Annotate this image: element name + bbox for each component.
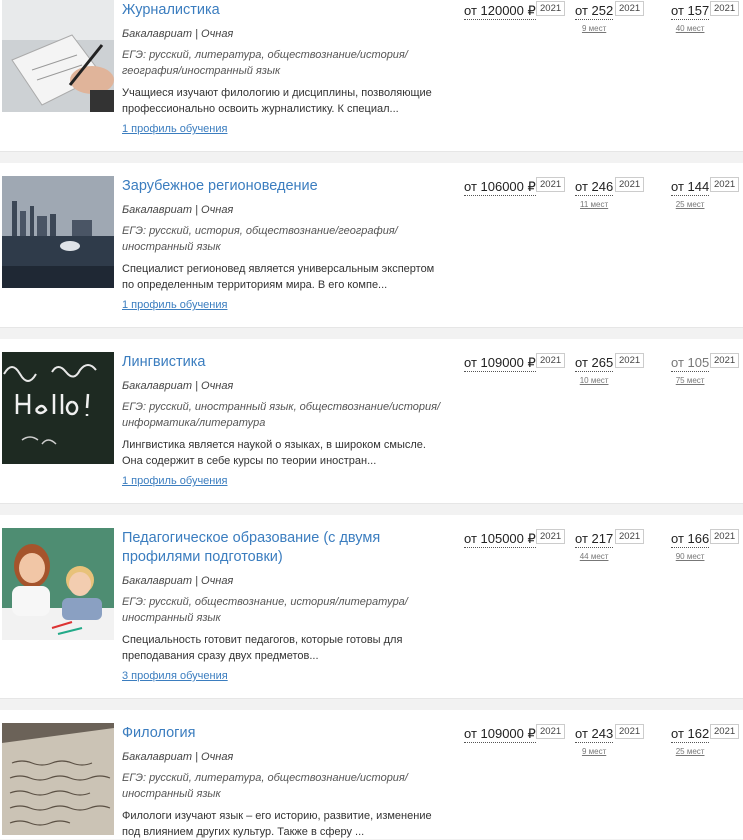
budget-score-stat: от 265 2021 10 мест [575, 353, 645, 385]
program-level: Бакалавриат | Очная [122, 575, 234, 587]
paid-score-stat: от 105 2021 75 мест [671, 353, 740, 385]
budget-score-value[interactable]: от 217 [575, 531, 614, 548]
program-card: Зарубежное регионоведение Бакалавриат | … [0, 163, 743, 328]
price-value[interactable]: от 109000 ₽ [464, 726, 536, 743]
budget-score-value[interactable]: от 252 [575, 3, 614, 20]
paid-score-value[interactable]: от 157 [671, 3, 710, 20]
manuscript-image[interactable] [2, 723, 114, 835]
program-level: Бакалавриат | Очная [122, 204, 234, 216]
paid-places-link[interactable]: 25 мест [671, 747, 709, 756]
program-description: Специалист регионовед является универсал… [122, 263, 435, 291]
program-exams: ЕГЭ: русский, литература, обществознание… [122, 49, 408, 77]
program-level: Бакалавриат | Очная [122, 380, 234, 392]
paid-score-value[interactable]: от 105 [671, 355, 710, 372]
price-value[interactable]: от 106000 ₽ [464, 179, 536, 196]
year-badge: 2021 [536, 177, 566, 192]
year-badge: 2021 [615, 177, 645, 192]
program-description: Учащиеся изучают филологию и дисциплины,… [122, 87, 432, 115]
paid-score-stat: от 162 2021 25 мест [671, 724, 740, 756]
program-level: Бакалавриат | Очная [122, 751, 234, 763]
year-badge: 2021 [710, 353, 740, 368]
year-badge: 2021 [615, 1, 645, 16]
year-badge: 2021 [536, 353, 566, 368]
program-exams: ЕГЭ: русский, иностранный язык, общество… [122, 401, 441, 429]
paid-score-value[interactable]: от 162 [671, 726, 710, 743]
program-exams: ЕГЭ: русский, литература, обществознание… [122, 772, 408, 800]
city-harbor-image[interactable] [2, 176, 114, 288]
program-description: Специальность готовит педагогов, которые… [122, 634, 403, 662]
year-badge: 2021 [536, 1, 566, 16]
budget-score-stat: от 252 2021 9 мест [575, 1, 645, 33]
profiles-link[interactable]: 1 профиль обучения [122, 299, 227, 311]
paid-score-stat: от 166 2021 90 мест [671, 529, 740, 561]
paid-places-link[interactable]: 25 мест [671, 200, 709, 209]
program-title-link[interactable]: Зарубежное регионоведение [122, 177, 442, 196]
program-card: Журналистика Бакалавриат | Очная ЕГЭ: ру… [0, 0, 743, 152]
program-title-link[interactable]: Лингвистика [122, 353, 442, 372]
teacher-child-image[interactable] [2, 528, 114, 640]
year-badge: 2021 [615, 529, 645, 544]
price-value[interactable]: от 109000 ₽ [464, 355, 536, 372]
paid-places-link[interactable]: 75 мест [671, 376, 709, 385]
budget-score-stat: от 217 2021 44 мест [575, 529, 645, 561]
program-description: Филологи изучают язык – его историю, раз… [122, 810, 432, 838]
paid-score-stat: от 144 2021 25 мест [671, 177, 740, 209]
paid-score-value[interactable]: от 144 [671, 179, 710, 196]
program-card: Лингвистика Бакалавриат | Очная ЕГЭ: рус… [0, 339, 743, 504]
price-stat: от 120000 ₽ 2021 [464, 1, 566, 20]
program-card: Педагогическое образование (с двумя проф… [0, 515, 743, 699]
year-badge: 2021 [710, 1, 740, 16]
price-stat: от 109000 ₽ 2021 [464, 353, 566, 372]
price-stat: от 105000 ₽ 2021 [464, 529, 566, 548]
program-title-link[interactable]: Педагогическое образование (с двумя проф… [122, 529, 442, 567]
program-level: Бакалавриат | Очная [122, 28, 234, 40]
year-badge: 2021 [615, 724, 645, 739]
price-stat: от 109000 ₽ 2021 [464, 724, 566, 743]
profiles-link[interactable]: 3 профиля обучения [122, 670, 228, 682]
program-card: Филология Бакалавриат | Очная ЕГЭ: русск… [0, 710, 743, 839]
chalkboard-image[interactable] [2, 352, 114, 464]
budget-places-link[interactable]: 10 мест [575, 376, 613, 385]
year-badge: 2021 [710, 177, 740, 192]
year-badge: 2021 [536, 529, 566, 544]
budget-score-value[interactable]: от 243 [575, 726, 614, 743]
paid-score-stat: от 157 2021 40 мест [671, 1, 740, 33]
budget-places-link[interactable]: 9 мест [575, 747, 613, 756]
budget-score-stat: от 243 2021 9 мест [575, 724, 645, 756]
paid-places-link[interactable]: 40 мест [671, 24, 709, 33]
budget-score-value[interactable]: от 265 [575, 355, 614, 372]
budget-places-link[interactable]: 9 мест [575, 24, 613, 33]
profiles-link[interactable]: 1 профиль обучения [122, 123, 227, 135]
budget-places-link[interactable]: 11 мест [575, 200, 613, 209]
program-exams: ЕГЭ: русский, история, обществознание/ге… [122, 225, 398, 253]
price-stat: от 106000 ₽ 2021 [464, 177, 566, 196]
price-value[interactable]: от 120000 ₽ [464, 3, 536, 20]
price-value[interactable]: от 105000 ₽ [464, 531, 536, 548]
year-badge: 2021 [710, 529, 740, 544]
year-badge: 2021 [536, 724, 566, 739]
profiles-link[interactable]: 1 профиль обучения [122, 475, 227, 487]
writing-hand-image[interactable] [2, 0, 114, 112]
paid-score-value[interactable]: от 166 [671, 531, 710, 548]
program-title-link[interactable]: Журналистика [122, 1, 442, 20]
program-title-link[interactable]: Филология [122, 724, 442, 743]
budget-score-value[interactable]: от 246 [575, 179, 614, 196]
year-badge: 2021 [710, 724, 740, 739]
program-description: Лингвистика является наукой о языках, в … [122, 439, 426, 467]
year-badge: 2021 [615, 353, 645, 368]
budget-places-link[interactable]: 44 мест [575, 552, 613, 561]
program-exams: ЕГЭ: русский, обществознание, история/ли… [122, 596, 408, 624]
budget-score-stat: от 246 2021 11 мест [575, 177, 645, 209]
paid-places-link[interactable]: 90 мест [671, 552, 709, 561]
